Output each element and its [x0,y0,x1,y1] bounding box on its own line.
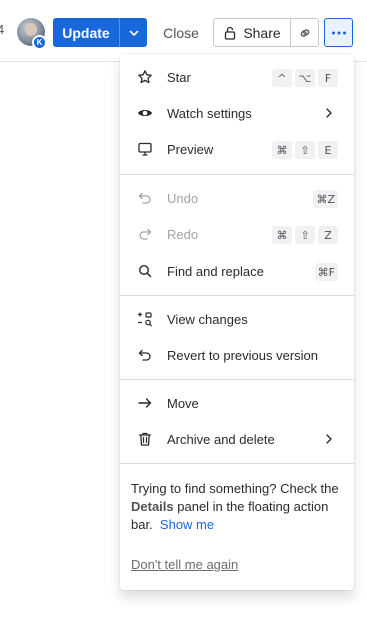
shortcut-keys: ⌘ ⇧ Z [272,226,338,244]
dont-tell-me-again-link[interactable]: Don't tell me again [131,557,238,572]
menu-item-label: Find and replace [167,263,264,279]
menu-item-star[interactable]: Star ^ ⌥ F [120,59,354,95]
menu-item-label: Watch settings [167,105,252,121]
menu-item-label: Preview [167,141,214,157]
menu-divider [120,295,354,296]
share-button[interactable]: Share [213,18,290,47]
shortcut-keys: ⌘Z [313,190,338,208]
menu-item-revert-to-previous-version[interactable]: Revert to previous version [120,337,354,373]
shortcut-key: ⌘ [272,141,292,159]
menu-item-label: Move [167,395,199,411]
menu-item-find-and-replace[interactable]: Find and replace ⌘F [120,253,354,289]
more-actions-button[interactable] [324,18,353,47]
more-actions-menu: Star ^ ⌥ F Watch settings Preview ⌘ ⇧ E … [120,54,354,590]
menu-item-undo[interactable]: Undo ⌘Z [120,180,354,216]
shortcut-keys: ⌘F [314,263,338,281]
chevron-right-icon [326,434,332,444]
menu-item-redo[interactable]: Redo ⌘ ⇧ Z [120,216,354,252]
update-dropdown-button[interactable] [119,18,147,47]
close-button[interactable]: Close [153,18,209,47]
tip-text: Trying to find something? Check the Deta… [131,480,343,534]
shortcut-key: ⌘F [314,263,338,281]
view-changes-icon [136,310,154,328]
menu-item-preview[interactable]: Preview ⌘ ⇧ E [120,131,354,167]
menu-item-label: Star [167,69,191,85]
menu-item-label: Redo [167,226,199,242]
arrow-right-icon [136,394,154,412]
avatar-badge: K [32,35,47,50]
eye-icon [136,104,154,122]
shortcut-key: F [318,69,338,87]
more-horizontal-icon [331,31,346,34]
tip-text-before: Trying to find something? Check the [131,481,339,496]
shortcut-key: ⌥ [295,69,315,87]
menu-item-archive-and-delete[interactable]: Archive and delete [120,421,354,457]
chevron-right-icon [326,108,332,118]
share-label: Share [243,24,281,41]
copy-link-button[interactable] [290,18,319,47]
shortcut-keys: ^ ⌥ F [272,69,338,87]
shortcut-keys: ⌘ ⇧ E [272,141,338,159]
menu-item-view-changes[interactable]: View changes [120,301,354,337]
menu-divider [120,174,354,175]
edge-text: 4 [0,22,5,37]
shortcut-key: ⇧ [295,226,315,244]
menu-item-label: View changes [167,311,248,327]
unlock-icon [225,26,236,40]
revert-icon [136,346,154,364]
menu-item-label: Revert to previous version [167,347,319,363]
redo-icon [136,225,154,243]
menu-item-label: Undo [167,190,199,206]
star-icon [136,68,154,86]
shortcut-key: E [318,141,338,159]
menu-item-label: Archive and delete [167,431,275,447]
tip-text-bold: Details [131,499,174,514]
menu-divider [120,379,354,380]
undo-icon [136,189,154,207]
search-icon [136,262,154,280]
menu-item-move[interactable]: Move [120,385,354,421]
top-toolbar: 4 K Update Close Share [0,0,367,62]
avatar[interactable]: K [17,18,47,50]
shortcut-key: ⌘Z [313,190,338,208]
menu-item-watch-settings[interactable]: Watch settings [120,95,354,131]
monitor-icon [136,140,154,158]
avatar-face [25,23,37,36]
trash-icon [136,430,154,448]
chevron-down-icon [129,30,138,36]
update-button[interactable]: Update [53,18,119,47]
shortcut-key: ⇧ [295,141,315,159]
menu-divider [120,463,354,464]
show-me-link[interactable]: Show me [160,517,214,532]
shortcut-key: Z [318,226,338,244]
shortcut-key: ^ [272,69,292,87]
shortcut-key: ⌘ [272,226,292,244]
link-icon [300,28,309,37]
